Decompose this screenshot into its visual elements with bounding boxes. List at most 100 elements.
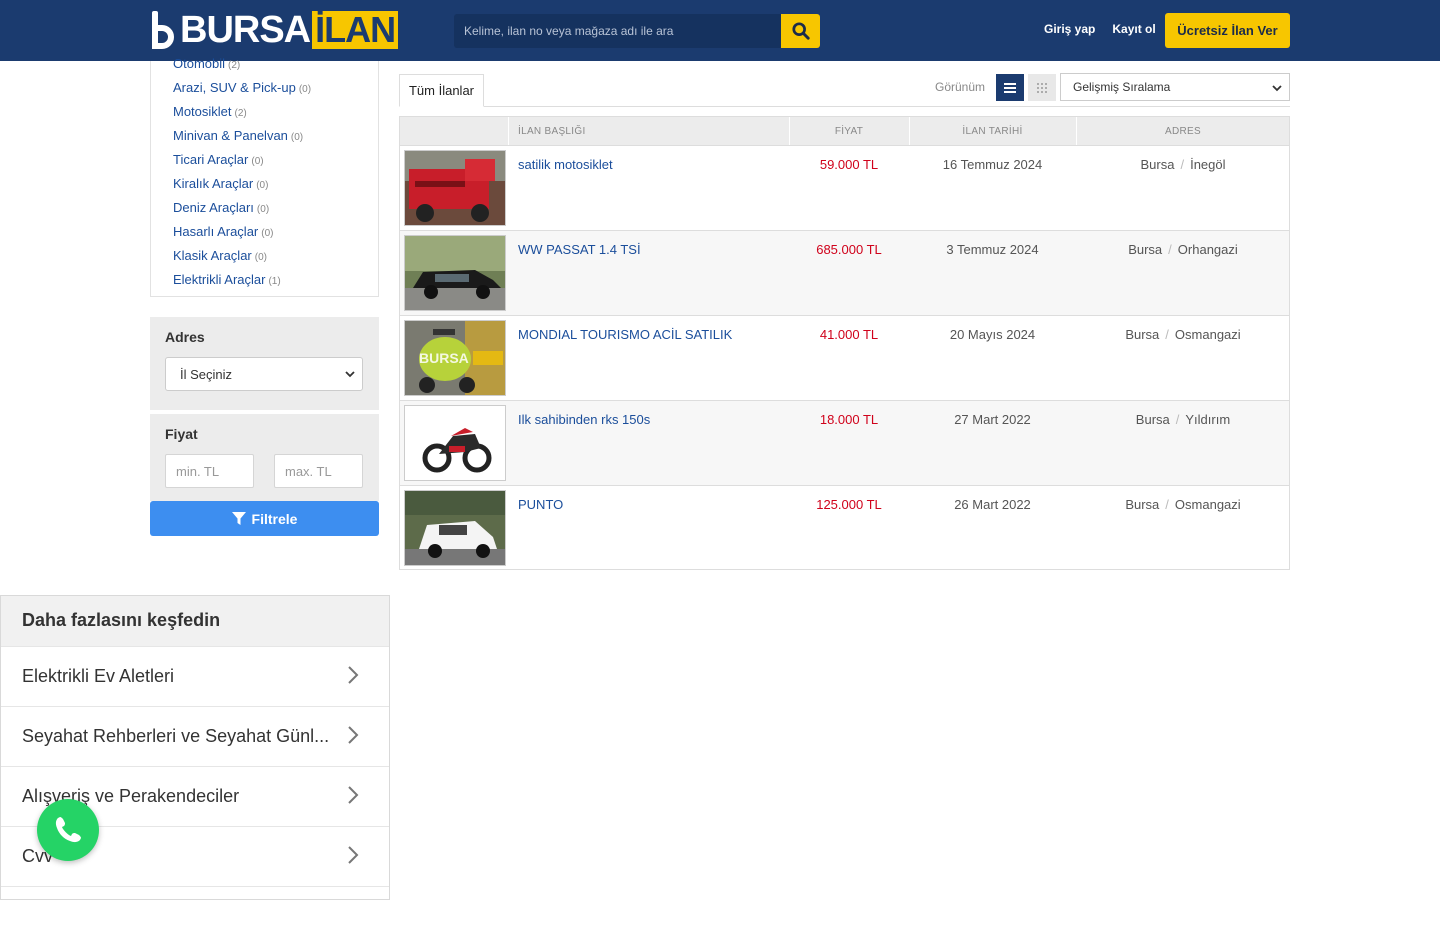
listing-address: Bursa / Yıldırım	[1135, 412, 1231, 427]
category-count: (0)	[256, 180, 269, 191]
grid-icon	[1037, 82, 1047, 93]
listing-title-link[interactable]: satilik motosiklet	[518, 157, 613, 172]
table-row[interactable]: satilik motosiklet 59.000 TL 16 Temmuz 2…	[400, 145, 1289, 230]
listing-district: İnegöl	[1190, 157, 1226, 172]
category-count: (2)	[228, 60, 241, 71]
category-count: (0)	[261, 228, 274, 239]
listing-title-link[interactable]: Ilk sahibinden rks 150s	[518, 412, 650, 427]
table-row[interactable]: Ilk sahibinden rks 150s 18.000 TL 27 Mar…	[400, 400, 1289, 485]
listing-date: 27 Mart 2022	[954, 412, 1031, 427]
list-view-button[interactable]	[996, 74, 1024, 101]
category-label: Kiralık Araçlar	[173, 176, 254, 191]
tab-all-listings[interactable]: Tüm İlanlar	[399, 74, 484, 107]
listing-district: Osmangazi	[1174, 497, 1241, 512]
city-select-value: İl Seçiniz	[180, 366, 233, 382]
site-logo[interactable]: BURSA İLAN	[150, 8, 399, 51]
listing-title-link[interactable]: PUNTO	[518, 497, 563, 512]
category-count: (0)	[290, 132, 304, 143]
listing-address: Bursa / İnegöl	[1140, 157, 1226, 172]
table-row[interactable]: WW PASSAT 1.4 TSİ 685.000 TL 3 Temmuz 20…	[400, 230, 1289, 315]
category-item[interactable]: Kiralık Araçlar (0)	[173, 176, 268, 191]
chevron-down-icon	[345, 371, 355, 378]
category-label: Klasik Araçlar	[173, 248, 252, 263]
category-label: Ticari Araçlar	[173, 152, 249, 167]
listing-city: Bursa	[1128, 242, 1163, 257]
table-header: İLAN BAŞLIĞI FİYAT İLAN TARİHİ ADRES	[400, 117, 1289, 145]
listing-thumbnail[interactable]	[404, 405, 506, 481]
category-item[interactable]: Ticari Araçlar (0)	[173, 152, 264, 167]
category-item[interactable]: Motosiklet (2)	[173, 104, 247, 119]
listing-city: Bursa	[1125, 497, 1160, 512]
category-item[interactable]: Deniz Araçları (0)	[173, 200, 269, 215]
search-button[interactable]	[781, 14, 820, 48]
logo-accent-text: İLAN	[312, 11, 399, 49]
min-price-input[interactable]: min. TL	[165, 454, 254, 488]
listing-price: 125.000 TL	[816, 497, 882, 512]
listing-thumbnail[interactable]: BURSA	[404, 320, 506, 396]
filter-button[interactable]: Filtrele	[150, 501, 379, 536]
whatsapp-button[interactable]	[37, 799, 99, 861]
login-link[interactable]: Giriş yap	[1044, 22, 1095, 36]
category-count: (0)	[256, 204, 270, 215]
chevron-right-icon	[348, 786, 359, 804]
chevron-right-icon	[348, 726, 359, 744]
explore-item-divider	[1, 886, 389, 946]
category-item[interactable]: Otomobil (2)	[173, 56, 240, 71]
category-item[interactable]: Arazi, SUV & Pick-up (0)	[173, 80, 311, 95]
register-link[interactable]: Kayıt ol	[1112, 22, 1155, 36]
category-list: Otomobil (2) Arazi, SUV & Pick-up (0) Moto…	[150, 56, 379, 297]
listing-price: 685.000 TL	[816, 242, 882, 257]
category-label: Deniz Araçları	[173, 200, 254, 215]
listing-city: Bursa	[1125, 327, 1160, 342]
listing-title-link[interactable]: WW PASSAT 1.4 TSİ	[518, 242, 641, 257]
top-navigation-bar: BURSA İLAN Giriş yap Kayıt ol Ücretsiz İ…	[0, 0, 1440, 61]
explore-item[interactable]: Seyahat Rehberleri ve Seyahat Günl...	[1, 706, 389, 766]
list-icon	[1004, 82, 1016, 93]
chevron-right-icon	[348, 666, 359, 684]
svg-text:BURSA: BURSA	[419, 350, 469, 366]
listing-date: 26 Mart 2022	[954, 497, 1031, 512]
category-label: Elektrikli Araçlar	[173, 272, 266, 287]
table-row[interactable]: PUNTO 125.000 TL 26 Mart 2022 Bursa / Osma…	[400, 485, 1289, 570]
category-count: (0)	[251, 156, 264, 167]
listing-address: Bursa / Osmangazi	[1125, 327, 1241, 342]
category-item[interactable]: Minivan & Panelvan (0)	[173, 128, 303, 143]
chevron-down-icon	[1272, 85, 1282, 92]
explore-title: Daha fazlasını keşfedin	[22, 610, 221, 630]
explore-item[interactable]: Elektrikli Ev Aletleri	[1, 646, 389, 706]
category-item[interactable]: Hasarlı Araçlar (0)	[173, 224, 273, 239]
listing-price: 41.000 TL	[819, 327, 879, 342]
city-select[interactable]: İl Seçiniz	[165, 357, 363, 391]
category-label: Hasarlı Araçlar	[173, 224, 259, 239]
table-row[interactable]: BURSA MONDIAL TOURISMO ACİL SATILIK 41.0…	[400, 315, 1289, 400]
listing-date: 16 Temmuz 2024	[942, 157, 1043, 172]
grid-view-button[interactable]	[1028, 74, 1056, 101]
listing-thumbnail[interactable]	[404, 235, 506, 311]
logo-b-icon	[150, 11, 176, 49]
category-count: (1)	[268, 276, 281, 287]
listing-thumbnail[interactable]	[404, 150, 506, 226]
column-header-date: İLAN TARİHİ	[962, 126, 1023, 137]
category-item[interactable]: Elektrikli Araçlar (1)	[173, 272, 281, 287]
category-count: (2)	[234, 108, 247, 119]
explore-item-label: Elektrikli Ev Aletleri	[22, 666, 175, 686]
listing-address: Bursa / Osmangazi	[1125, 497, 1241, 512]
chevron-right-icon	[348, 846, 359, 864]
post-free-ad-button[interactable]: Ücretsiz İlan Ver	[1165, 13, 1290, 48]
listing-thumbnail[interactable]	[404, 490, 506, 566]
sort-select[interactable]: Gelişmiş Sıralama	[1060, 73, 1290, 101]
listing-date: 3 Temmuz 2024	[946, 242, 1039, 257]
search-input[interactable]	[454, 14, 781, 48]
address-filter-title: Adres	[165, 329, 205, 345]
address-filter-panel: Adres İl Seçiniz	[150, 317, 379, 410]
listing-city: Bursa	[1140, 157, 1175, 172]
listing-city: Bursa	[1135, 412, 1170, 427]
listing-title-link[interactable]: MONDIAL TOURISMO ACİL SATILIK	[518, 327, 732, 342]
price-filter-panel: Fiyat min. TL max. TL	[150, 414, 379, 501]
listing-address: Bursa / Orhangazi	[1128, 242, 1238, 257]
max-price-input[interactable]: max. TL	[274, 454, 363, 488]
category-item[interactable]: Klasik Araçlar (0)	[173, 248, 267, 263]
logo-text: BURSA	[180, 8, 311, 51]
sort-select-value: Gelişmiş Sıralama	[1073, 80, 1171, 94]
column-header-address: ADRES	[1165, 126, 1201, 137]
